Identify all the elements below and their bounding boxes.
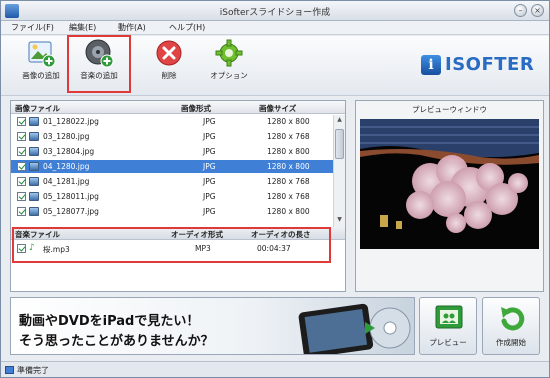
image-size: 1280 x 800: [267, 147, 310, 156]
image-size: 1280 x 800: [267, 117, 310, 126]
col-image-format[interactable]: 画像形式: [181, 103, 211, 114]
banner-line-1: 動画やDVDをiPadで見たい！: [19, 314, 200, 329]
image-table-header: 画像ファイル 画像形式 画像サイズ: [11, 101, 345, 114]
image-list-scrollbar[interactable]: ▲ ▼: [333, 115, 345, 227]
table-row[interactable]: 01_128022.jpg JPG 1280 x 800: [11, 115, 333, 128]
table-row[interactable]: 05_128011.jpg JPG 1280 x 768: [11, 190, 333, 203]
menu-file[interactable]: ファイル(F): [11, 22, 54, 33]
status-bar: 準備完了: [1, 361, 549, 377]
scroll-thumb[interactable]: [335, 129, 344, 159]
close-button[interactable]: ×: [531, 4, 544, 17]
col-image-file[interactable]: 画像ファイル: [15, 103, 60, 114]
row-checkbox[interactable]: [17, 207, 26, 216]
row-checkbox[interactable]: [17, 177, 26, 186]
image-format: JPG: [203, 177, 216, 186]
image-size: 1280 x 768: [267, 132, 310, 141]
row-checkbox[interactable]: [17, 132, 26, 141]
toolbar: 画像の追加 音楽の追加 削除 オプション i ISOFTER: [1, 35, 549, 96]
title-bar: iSofterスライドショー作成 – ×: [1, 1, 549, 21]
add-image-button[interactable]: 画像の追加: [15, 38, 67, 81]
table-row[interactable]: 05_128077.jpg JPG 1280 x 800: [11, 205, 333, 218]
delete-button[interactable]: 削除: [151, 38, 187, 81]
minimize-button[interactable]: –: [514, 4, 527, 17]
table-row[interactable]: 04_1280.jpg JPG 1280 x 800: [11, 160, 333, 173]
banner-line-2: そう思ったことがありませんか？: [19, 334, 214, 349]
window-title: iSofterスライドショー作成: [219, 8, 331, 18]
menu-help[interactable]: ヘルプ(H): [169, 22, 205, 33]
preview-icon: [435, 305, 463, 329]
image-file-name: 01_128022.jpg: [43, 117, 99, 126]
row-checkbox[interactable]: [17, 192, 26, 201]
options-label: オプション: [210, 71, 248, 80]
image-file-icon: [29, 132, 39, 141]
image-format: JPG: [203, 162, 216, 171]
highlight-music-list: [12, 227, 331, 263]
logo-badge: i: [421, 55, 441, 75]
menu-action[interactable]: 動作(A): [118, 22, 146, 33]
options-button[interactable]: オプション: [209, 38, 249, 81]
preview-title: プレビューウィンドウ: [412, 105, 487, 114]
image-file-icon: [29, 177, 39, 186]
highlight-add-music: [67, 35, 131, 93]
preview-button[interactable]: プレビュー: [419, 297, 477, 355]
add-image-icon: [28, 41, 56, 68]
isofter-logo: i ISOFTER: [421, 54, 541, 78]
image-size: 1280 x 768: [267, 192, 310, 201]
image-file-name: 05_128077.jpg: [43, 207, 99, 216]
status-icon: [5, 366, 14, 374]
image-size: 1280 x 800: [267, 162, 310, 171]
image-file-name: 03_1280.jpg: [43, 132, 90, 141]
delete-label: 削除: [161, 71, 177, 80]
scroll-down-arrow-icon[interactable]: ▼: [335, 216, 344, 226]
file-list-panel: 画像ファイル 画像形式 画像サイズ 01_128022.jpg JPG 1280 x…: [10, 100, 346, 292]
image-file-name: 03_12804.jpg: [43, 147, 95, 156]
create-label: 作成開始: [496, 338, 526, 347]
image-file-icon: [29, 192, 39, 201]
delete-icon: [156, 40, 182, 66]
image-size: 1280 x 768: [267, 177, 310, 186]
status-text: 準備完了: [17, 366, 49, 375]
ipad-dvd-graphic: [298, 303, 411, 354]
image-file-name: 05_128011.jpg: [43, 192, 99, 201]
image-format: JPG: [203, 147, 216, 156]
menu-edit[interactable]: 編集(E): [69, 22, 96, 33]
col-image-size[interactable]: 画像サイズ: [259, 103, 296, 114]
image-format: JPG: [203, 207, 216, 216]
menu-bar: ファイル(F) 編集(E) 動作(A) ヘルプ(H): [1, 21, 549, 35]
create-button[interactable]: 作成開始: [482, 297, 540, 355]
table-row[interactable]: 03_1280.jpg JPG 1280 x 768: [11, 130, 333, 143]
logo-text: ISOFTER: [445, 54, 535, 75]
preview-label: プレビュー: [429, 338, 467, 347]
preview-image: [360, 119, 539, 249]
table-row[interactable]: 04_1281.jpg JPG 1280 x 768: [11, 175, 333, 188]
image-file-name: 04_1280.jpg: [43, 162, 90, 171]
image-format: JPG: [203, 132, 216, 141]
table-row[interactable]: 03_12804.jpg JPG 1280 x 800: [11, 145, 333, 158]
image-file-icon: [29, 207, 39, 216]
gear-icon: [215, 39, 243, 67]
row-checkbox[interactable]: [17, 147, 26, 156]
image-file-icon: [29, 162, 39, 171]
preview-panel: プレビューウィンドウ: [355, 100, 544, 292]
row-checkbox[interactable]: [17, 162, 26, 171]
image-format: JPG: [203, 117, 216, 126]
image-format: JPG: [203, 192, 216, 201]
image-file-icon: [29, 117, 39, 126]
refresh-arrow-icon: [501, 307, 525, 331]
scroll-up-arrow-icon[interactable]: ▲: [335, 116, 344, 126]
ad-banner[interactable]: 動画やDVDをiPadで見たい！ そう思ったことがありませんか？: [10, 297, 415, 355]
add-image-label: 画像の追加: [22, 71, 60, 80]
app-window: iSofterスライドショー作成 – × ファイル(F) 編集(E) 動作(A)…: [0, 0, 550, 378]
image-file-icon: [29, 147, 39, 156]
cherry-blossom-photo: [360, 119, 539, 249]
row-checkbox[interactable]: [17, 117, 26, 126]
image-size: 1280 x 800: [267, 207, 310, 216]
image-file-name: 04_1281.jpg: [43, 177, 90, 186]
